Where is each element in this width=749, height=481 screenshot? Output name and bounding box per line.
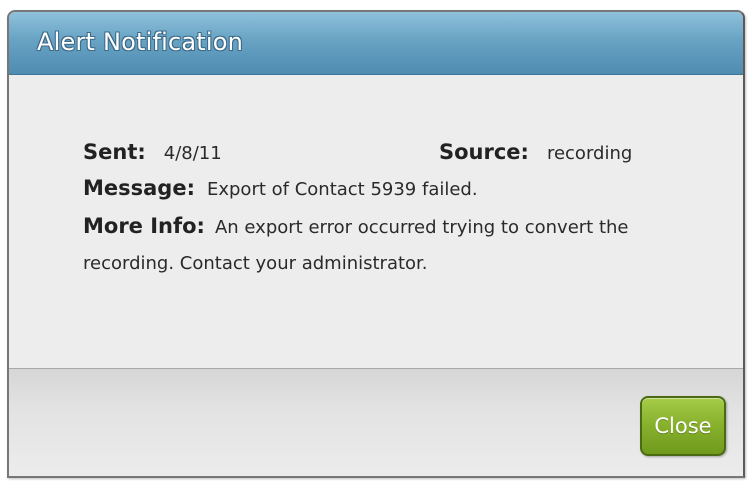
sent-row: Sent: 4/8/11 bbox=[83, 140, 222, 164]
source-row: Source: recording bbox=[439, 140, 632, 164]
sent-value: 4/8/11 bbox=[163, 143, 222, 164]
dialog-titlebar: Alert Notification bbox=[9, 12, 743, 75]
message-value: Export of Contact 5939 failed. bbox=[206, 179, 478, 200]
dialog-content: Sent: 4/8/11 Source: recording Message: Exp… bbox=[9, 75, 743, 368]
source-label: Source: bbox=[439, 140, 529, 164]
alert-notification-dialog: Alert Notification Sent: 4/8/11 Source: re… bbox=[7, 10, 745, 478]
sent-label: Sent: bbox=[83, 140, 146, 164]
dialog-footer: Close bbox=[9, 368, 743, 476]
message-row: Message: Export of Contact 5939 failed. bbox=[83, 176, 478, 200]
source-value: recording bbox=[546, 143, 633, 164]
dialog-title: Alert Notification bbox=[37, 28, 244, 56]
more-info-label: More Info: bbox=[83, 214, 205, 238]
more-info-row: More Info: An export error occurred tryin… bbox=[83, 208, 723, 282]
message-label: Message: bbox=[83, 176, 195, 200]
close-button[interactable]: Close bbox=[640, 396, 726, 456]
